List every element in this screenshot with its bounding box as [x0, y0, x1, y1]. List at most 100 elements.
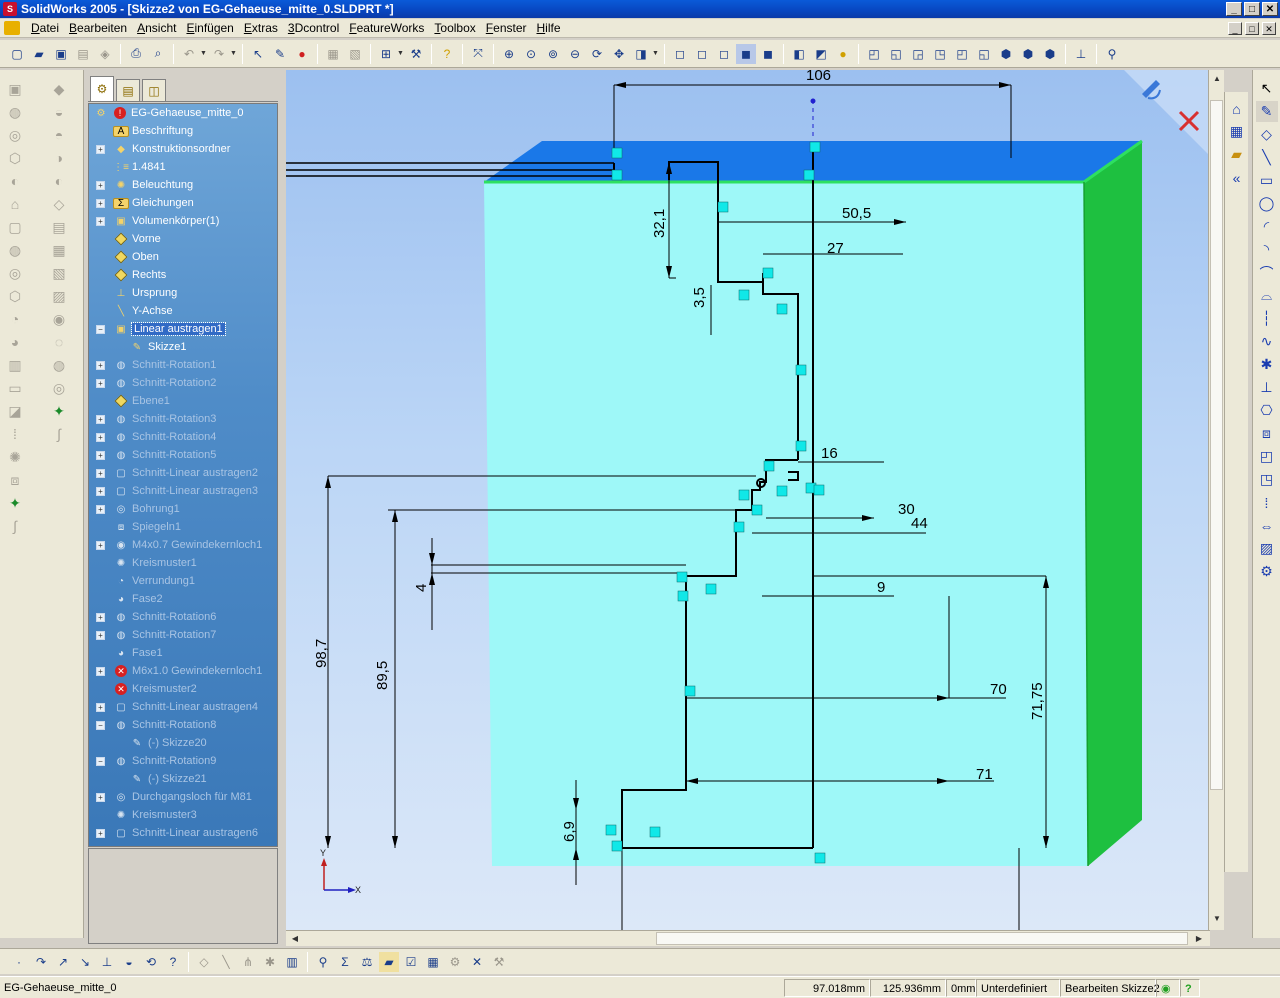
- tree-item[interactable]: ✺ Kreismuster3: [89, 806, 277, 824]
- expand-icon[interactable]: +: [96, 667, 105, 676]
- extruded-boss-icon[interactable]: ▣: [4, 78, 26, 100]
- view-left-icon[interactable]: ◲: [908, 44, 928, 64]
- scroll-left-icon[interactable]: ◀: [288, 932, 302, 946]
- scale-icon[interactable]: ▨: [48, 285, 70, 307]
- menu-bearbeiten[interactable]: Bearbeiten: [64, 21, 132, 35]
- zoom-area-icon[interactable]: ⊙: [521, 44, 541, 64]
- tree-item[interactable]: ⋮≡ 1.4841: [89, 158, 277, 176]
- menu-einfuegen[interactable]: Einfügen: [181, 21, 238, 35]
- split-line-icon[interactable]: ◆: [48, 78, 70, 100]
- tree-item[interactable]: + ◍ Schnitt-Rotation5: [89, 446, 277, 464]
- tree-item[interactable]: − ◍ Schnitt-Rotation9: [89, 752, 277, 770]
- reference-plane-icon[interactable]: ✦: [48, 400, 70, 422]
- tree-item[interactable]: + ▢ Schnitt-Linear austragen3: [89, 482, 277, 500]
- solidworks-logo-icon[interactable]: S: [3, 2, 17, 16]
- snap-icon[interactable]: ▧: [345, 44, 365, 64]
- menu-toolbox[interactable]: Toolbox: [429, 21, 480, 35]
- select-arrow-icon[interactable]: ↖: [248, 44, 268, 64]
- zoom-to-fit-icon[interactable]: ⊕: [499, 44, 519, 64]
- view-top-icon[interactable]: ◰: [952, 44, 972, 64]
- hidden-lines-removed-icon[interactable]: ◻: [714, 44, 734, 64]
- check-sketch-icon[interactable]: ☑: [401, 952, 421, 972]
- point-tool-icon[interactable]: ✱: [1256, 354, 1278, 375]
- tree-item[interactable]: + ◍ Schnitt-Rotation1: [89, 356, 277, 374]
- configuration-manager-tab-icon[interactable]: ◫: [142, 79, 166, 101]
- offset-icon[interactable]: ⎔: [1256, 400, 1278, 421]
- tree-item[interactable]: + ◎ Bohrung1: [89, 500, 277, 518]
- sum-icon[interactable]: Σ: [335, 952, 355, 972]
- expand-icon[interactable]: +: [96, 487, 105, 496]
- expand-icon[interactable]: +: [96, 217, 105, 226]
- linear-sketch-pattern-icon[interactable]: ⁞: [1256, 492, 1278, 513]
- revolved-boss-icon[interactable]: ◍: [4, 101, 26, 123]
- tree-item[interactable]: + ◍ Schnitt-Rotation4: [89, 428, 277, 446]
- deform-icon[interactable]: ◑: [48, 147, 70, 169]
- expand-icon[interactable]: +: [96, 541, 105, 550]
- mirror-tool-icon[interactable]: ⧈: [4, 469, 26, 491]
- lip-groove-icon[interactable]: ◎: [48, 377, 70, 399]
- menu-datei[interactable]: Datei: [26, 21, 64, 35]
- tree-item[interactable]: + ▢ Schnitt-Linear austragen2: [89, 464, 277, 482]
- tolerance-icon[interactable]: ✕: [467, 952, 487, 972]
- add-ins-icon[interactable]: ⚒: [489, 952, 509, 972]
- dim-16[interactable]: 16: [821, 445, 838, 462]
- menu-featureworks[interactable]: FeatureWorks: [344, 21, 429, 35]
- expand-icon[interactable]: +: [96, 199, 105, 208]
- tree-item[interactable]: ✎ (-) Skizze20: [89, 734, 277, 752]
- ellipse-icon[interactable]: ⌓: [1256, 285, 1278, 306]
- maximize-button[interactable]: □: [1244, 2, 1260, 16]
- tree-item[interactable]: + ◆ Konstruktionsordner: [89, 140, 277, 158]
- dim-71-75[interactable]: 71,75: [1029, 682, 1046, 720]
- tree-item[interactable]: + ✕ M6x1.0 Gewindekernloch1: [89, 662, 277, 680]
- reference-geometry-icon[interactable]: ✦: [4, 492, 26, 514]
- centerline-tool-icon[interactable]: ┆: [1256, 308, 1278, 329]
- scroll-down-icon[interactable]: ▼: [1210, 912, 1224, 926]
- arc-icon[interactable]: ↷: [31, 952, 51, 972]
- scroll-up-icon[interactable]: ▲: [1210, 72, 1224, 86]
- dim-32-1[interactable]: 32,1: [651, 209, 668, 238]
- revolved-cut-icon[interactable]: ◍: [4, 239, 26, 261]
- tree-item[interactable]: + ◍ Schnitt-Rotation7: [89, 626, 277, 644]
- combine-icon[interactable]: ▤: [48, 216, 70, 238]
- close-button[interactable]: ✕: [1262, 2, 1278, 16]
- collapse-icon[interactable]: −: [96, 721, 105, 730]
- move-entities-icon[interactable]: ⇔: [1256, 515, 1278, 536]
- zoom-in-out-icon[interactable]: ⊚: [543, 44, 563, 64]
- menu-3dcontrol[interactable]: 3Dcontrol: [283, 21, 344, 35]
- front-face[interactable]: [484, 182, 1088, 866]
- swept-cut-icon[interactable]: ◎: [4, 262, 26, 284]
- options-icon[interactable]: ◈: [95, 44, 115, 64]
- side-face[interactable]: [1084, 141, 1142, 866]
- tree-item[interactable]: Oben: [89, 248, 277, 266]
- dome-tool-icon[interactable]: ◌: [48, 331, 70, 353]
- tree-item[interactable]: ◔ Verrundung1: [89, 572, 277, 590]
- thicken-icon[interactable]: ◐: [4, 170, 26, 192]
- rebuild-traffic-light-icon[interactable]: ●: [292, 44, 312, 64]
- fillet-sketch-icon[interactable]: ◰: [1256, 446, 1278, 467]
- tree-item[interactable]: Vorne: [89, 230, 277, 248]
- hidden-lines-visible-icon[interactable]: ◻: [692, 44, 712, 64]
- relations-icon[interactable]: ⤧: [468, 44, 488, 64]
- expand-icon[interactable]: +: [96, 181, 105, 190]
- menu-ansicht[interactable]: Ansicht: [132, 21, 181, 35]
- spline-tool-icon[interactable]: ∿: [1256, 331, 1278, 352]
- fix-relation-icon[interactable]: ⊥: [97, 952, 117, 972]
- linear-pattern-icon[interactable]: ⁞: [4, 423, 26, 445]
- tree-item[interactable]: + Σ Gleichungen: [89, 194, 277, 212]
- dim-71[interactable]: 71: [976, 766, 993, 783]
- menu-hilfe[interactable]: Hilfe: [532, 21, 566, 35]
- collapse-icon[interactable]: −: [96, 757, 105, 766]
- tree-item[interactable]: + ▣ Volumenkörper(1): [89, 212, 277, 230]
- tree-item[interactable]: ╲ Y-Achse: [89, 302, 277, 320]
- tree-item[interactable]: − ▣ Linear austragen1: [89, 320, 277, 338]
- tree-root[interactable]: ⚙ ! EG-Gehaeuse_mitte_0: [89, 104, 277, 122]
- help-icon[interactable]: ?: [437, 44, 457, 64]
- rectangle-tool-icon[interactable]: ▭: [1256, 170, 1278, 191]
- print-preview-icon[interactable]: ▤: [73, 44, 93, 64]
- new-document-icon[interactable]: ▢: [7, 44, 27, 64]
- expand-icon[interactable]: +: [96, 505, 105, 514]
- helix-icon[interactable]: ∫: [48, 423, 70, 445]
- swept-boss-icon[interactable]: ◎: [4, 124, 26, 146]
- wrap-icon[interactable]: ◒: [48, 101, 70, 123]
- redo-icon[interactable]: ↷: [209, 44, 229, 64]
